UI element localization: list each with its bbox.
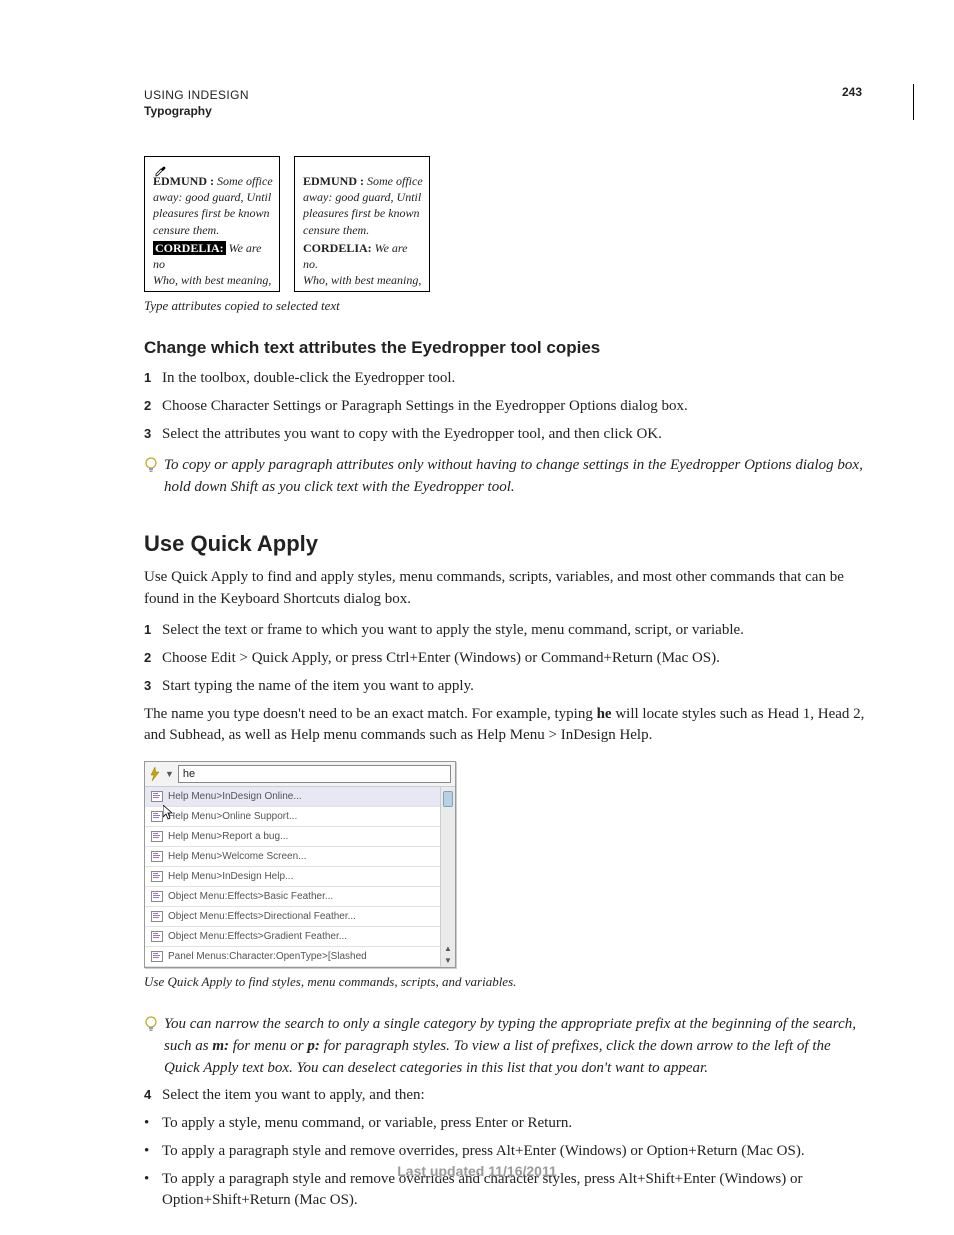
menu-item-icon xyxy=(151,951,163,962)
step-3b: 3Start typing the name of the item you w… xyxy=(144,676,866,698)
figure-text: EDMUND : xyxy=(303,174,364,188)
menu-item-icon xyxy=(151,851,163,862)
figure-text: EDMUND : xyxy=(153,174,214,188)
figure-text: censure them. xyxy=(303,223,369,237)
lightbulb-icon xyxy=(144,1014,164,1079)
figure-text: censure them. xyxy=(153,223,219,237)
figure-type-attributes: EDMUND : Some office away: good guard, U… xyxy=(144,156,866,292)
figure-text: pleasures first be known xyxy=(303,206,420,220)
page: 243 USING INDESIGN Typography EDMUND : S… xyxy=(0,0,954,1235)
paragraph-example: The name you type doesn't need to be an … xyxy=(144,704,866,748)
figure-text: Who, with best meaning, h xyxy=(303,273,421,292)
menu-item-icon xyxy=(151,931,163,942)
quick-apply-header: ▼ he xyxy=(145,762,455,787)
figure-text: Some office xyxy=(364,174,423,188)
lightning-icon xyxy=(149,767,161,781)
header-chapter-title: Typography xyxy=(144,104,866,118)
figure-text: Some office xyxy=(214,174,273,188)
scroll-up-icon[interactable]: ▲ xyxy=(444,944,452,953)
bullet-item: To apply a paragraph style and remove ov… xyxy=(144,1141,866,1163)
step-1: 1In the toolbox, double-click the Eyedro… xyxy=(144,368,866,390)
paragraph-intro: Use Quick Apply to find and apply styles… xyxy=(144,567,866,611)
tip-shift-eyedropper: To copy or apply paragraph attributes on… xyxy=(144,455,866,499)
tip-text: You can narrow the search to only a sing… xyxy=(164,1014,866,1079)
list-item[interactable]: Object Menu:Effects>Basic Feather... xyxy=(145,887,455,907)
figure-text: pleasures first be known xyxy=(153,206,270,220)
list-item[interactable]: Help Menu>Online Support... xyxy=(145,807,455,827)
figure-text: CORDELIA: xyxy=(303,241,372,255)
scrollbar[interactable]: ▲ ▼ xyxy=(440,787,455,967)
menu-item-icon xyxy=(151,791,163,802)
figure-caption-quick-apply: Use Quick Apply to find styles, menu com… xyxy=(144,974,866,990)
quick-apply-input[interactable]: he xyxy=(178,765,451,783)
lightbulb-icon xyxy=(144,455,164,499)
figure-caption: Type attributes copied to selected text xyxy=(144,298,866,314)
step-1b: 1Select the text or frame to which you w… xyxy=(144,620,866,642)
footer-updated: Last updated 11/16/2011 xyxy=(0,1163,954,1179)
cursor-icon xyxy=(163,805,175,821)
menu-item-icon xyxy=(151,891,163,902)
menu-item-icon xyxy=(151,811,163,822)
figure-text-selected: CORDELIA: xyxy=(153,241,226,255)
quick-apply-panel: ▼ he Help Menu>InDesign Online... Help M… xyxy=(144,761,456,968)
list-item[interactable]: Object Menu:Effects>Directional Feather.… xyxy=(145,907,455,927)
bullet-item: To apply a style, menu command, or varia… xyxy=(144,1113,866,1135)
figure-text: Who, with best meaning, h xyxy=(153,273,271,292)
list-item[interactable]: Help Menu>InDesign Online... xyxy=(145,787,455,807)
figure-frame-right: EDMUND : Some office away: good guard, U… xyxy=(294,156,430,292)
figure-frame-left: EDMUND : Some office away: good guard, U… xyxy=(144,156,280,292)
figure-text: away: good guard, Until xyxy=(303,190,421,204)
step-2b: 2Choose Edit > Quick Apply, or press Ctr… xyxy=(144,648,866,670)
heading-use-quick-apply: Use Quick Apply xyxy=(144,531,866,557)
list-item[interactable]: Panel Menus:Character:OpenType>[Slashed xyxy=(145,947,455,967)
dropdown-icon[interactable]: ▼ xyxy=(165,769,174,779)
header: USING INDESIGN Typography xyxy=(144,88,866,118)
heading-change-attributes: Change which text attributes the Eyedrop… xyxy=(144,338,866,358)
list-item[interactable]: Help Menu>Welcome Screen... xyxy=(145,847,455,867)
list-item[interactable]: Help Menu>Report a bug... xyxy=(145,827,455,847)
figure-text: away: good guard, Until xyxy=(153,190,271,204)
menu-item-icon xyxy=(151,911,163,922)
scroll-down-icon[interactable]: ▼ xyxy=(444,956,452,965)
menu-item-icon xyxy=(151,871,163,882)
step-3: 3Select the attributes you want to copy … xyxy=(144,424,866,446)
step-2: 2Choose Character Settings or Paragraph … xyxy=(144,396,866,418)
header-book-title: USING INDESIGN xyxy=(144,88,866,102)
list-item[interactable]: Help Menu>InDesign Help... xyxy=(145,867,455,887)
step-4: 4Select the item you want to apply, and … xyxy=(144,1085,866,1107)
tip-text: To copy or apply paragraph attributes on… xyxy=(164,455,866,499)
quick-apply-list: Help Menu>InDesign Online... Help Menu>O… xyxy=(145,787,455,967)
tip-prefix: You can narrow the search to only a sing… xyxy=(144,1014,866,1079)
scrollbar-thumb[interactable] xyxy=(443,791,453,807)
list-item[interactable]: Object Menu:Effects>Gradient Feather... xyxy=(145,927,455,947)
menu-item-icon xyxy=(151,831,163,842)
